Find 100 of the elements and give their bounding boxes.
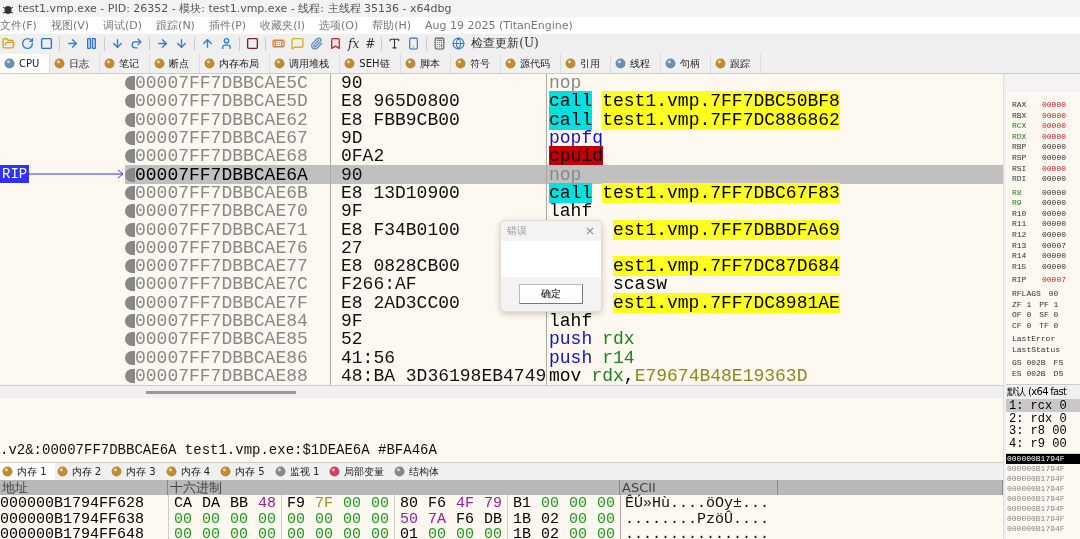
orb-icon [274, 58, 286, 69]
globe-icon[interactable] [452, 37, 466, 50]
stack-row[interactable]: 000000B1794F [1006, 464, 1080, 474]
bookmark-icon[interactable] [329, 37, 342, 50]
register-value[interactable]: 00000 [1042, 208, 1066, 218]
pause-icon[interactable] [85, 37, 98, 50]
user-icon[interactable] [220, 37, 233, 50]
argument-row[interactable]: 1: rcx 0 [1006, 399, 1080, 412]
disassembly-row[interactable]: 00007FF7DBBCAE5D E8 965D0800 call test1.vmp.7FF7DBC50BF8 [125, 92, 1003, 111]
menu-item[interactable]: 帮助(H) [372, 18, 412, 33]
check-update-button[interactable]: 检查更新(U) [471, 35, 539, 52]
breakpoint-marker[interactable] [125, 350, 135, 365]
breakpoint-marker[interactable] [125, 295, 135, 310]
orb-icon [394, 466, 406, 477]
register-value[interactable]: 00000 [1042, 121, 1066, 131]
menu-item[interactable]: 收藏夹(I) [260, 18, 305, 33]
stack-row[interactable]: 000000B1794F [1006, 504, 1080, 514]
register-value[interactable]: 00007 [1042, 240, 1066, 250]
register-value[interactable]: 00000 [1042, 187, 1066, 197]
breakpoint-marker[interactable] [125, 131, 135, 146]
orb-icon [344, 58, 356, 69]
restart-icon[interactable] [21, 37, 34, 50]
stop-icon[interactable] [40, 37, 53, 50]
byte-cell: 00 [371, 526, 389, 539]
byte-cell: 00 [287, 526, 305, 539]
register-value[interactable]: 00000 [1042, 174, 1066, 184]
register-value[interactable]: 00000 [1042, 163, 1066, 173]
device-icon[interactable] [407, 37, 421, 50]
register-value[interactable]: 00000 [1042, 152, 1066, 162]
register-value[interactable]: 00000 [1042, 131, 1066, 141]
breakpoint-marker[interactable] [125, 332, 135, 347]
register-value[interactable]: 00000 [1042, 110, 1066, 120]
breakpoint-marker[interactable] [125, 277, 135, 292]
register-value[interactable]: 00007 [1042, 275, 1066, 285]
segment-text: GS 002B [1012, 358, 1046, 368]
address-cell: 00007FF7DBBCAE5D [135, 92, 331, 111]
byte-cell: 50 [400, 510, 418, 528]
mnemonic-text: popfq [549, 128, 603, 149]
register-value[interactable]: 00000 [1042, 198, 1066, 208]
breakpoint-marker[interactable] [125, 222, 135, 237]
window-title: test1.vmp.exe - PID: 26352 - 模块: test1.vmp.exe - 线程: 主线程 35136 - x64dbg [18, 1, 452, 16]
arrow-right-icon[interactable] [66, 37, 79, 50]
breakpoint-marker[interactable] [125, 76, 135, 91]
register-name: R9 [1012, 198, 1023, 208]
menu-item[interactable]: 插件(P) [208, 18, 247, 33]
menu-item[interactable]: 视图(V) [50, 18, 90, 33]
stop-icon[interactable] [246, 37, 259, 50]
register-value[interactable]: 00000 [1042, 219, 1066, 229]
bandage-icon[interactable] [272, 37, 285, 50]
register-value[interactable]: 00000 [1042, 261, 1066, 271]
stack-row[interactable]: 000000B1794F [1006, 454, 1080, 464]
memory-tab[interactable]: 内存 1 [0, 463, 55, 480]
orb-icon [104, 58, 116, 69]
comment-icon[interactable] [291, 37, 304, 50]
stack-row[interactable]: 000000B1794F [1006, 474, 1080, 484]
disassembly-row[interactable]: 00007FF7DBBCAE62 E8 FBB9CB00 call test1.vmp.7FF7DC886862 [125, 110, 1003, 129]
arrow-right-icon[interactable] [156, 37, 169, 50]
disassembly-row[interactable]: 00007FF7DBBCAE6A 90 nop [125, 165, 1003, 184]
font-icon[interactable] [388, 37, 402, 50]
byte-cell: 00 [174, 526, 192, 539]
breakpoint-marker[interactable] [125, 368, 135, 383]
folder-icon[interactable] [2, 37, 15, 50]
argument-row[interactable]: 2: rdx 0 [1006, 411, 1080, 424]
register-value[interactable]: 00000 [1042, 230, 1066, 240]
scrollbar-thumb[interactable] [146, 390, 296, 394]
breakpoint-marker[interactable] [125, 240, 135, 255]
breakpoint-marker[interactable] [125, 204, 135, 219]
breakpoint-marker[interactable] [125, 94, 135, 109]
register-value[interactable]: 00000 [1042, 251, 1066, 261]
menu-item[interactable]: 调试(D) [103, 18, 143, 33]
arrow-down-icon[interactable] [111, 37, 124, 50]
arrow-down-icon[interactable] [175, 37, 188, 50]
menu-item[interactable]: 跟踪(N) [156, 18, 195, 33]
calculator-icon[interactable] [433, 37, 447, 50]
paperclip-icon[interactable] [310, 37, 323, 50]
fx-button[interactable]: fx [348, 36, 360, 51]
breakpoint-marker[interactable] [125, 314, 135, 328]
argument-row[interactable]: 3: r8 00 [1006, 424, 1080, 437]
hash-button[interactable]: # [365, 36, 376, 51]
breakpoint-marker[interactable] [125, 149, 135, 164]
mnemonic-text: push [549, 329, 593, 350]
tab[interactable]: CPU [0, 54, 51, 73]
stack-row[interactable]: 000000B1794F [1006, 514, 1080, 524]
register-value[interactable]: 00000 [1042, 100, 1066, 109]
menu-item[interactable]: 文件(F) [0, 18, 37, 33]
breakpoint-marker[interactable] [125, 112, 135, 127]
step-over-icon[interactable] [130, 37, 143, 50]
arrow-up-icon[interactable] [201, 37, 214, 50]
stack-row[interactable]: 000000B1794F [1006, 484, 1080, 494]
register-value[interactable]: 00000 [1042, 142, 1066, 152]
dialog-title: 错误 [507, 224, 527, 238]
breakpoint-marker[interactable] [125, 185, 135, 200]
stack-row[interactable]: 000000B1794F [1006, 524, 1080, 534]
breakpoint-marker[interactable] [125, 259, 135, 274]
breakpoint-marker[interactable] [125, 167, 135, 182]
argument-row[interactable]: 4: r9 00 [1006, 436, 1080, 449]
disassembly-row[interactable]: 00007FF7DBBCAE6B E8 13D10900 call test1.vmp.7FF7DBC67F83 [125, 183, 1003, 203]
stack-row[interactable]: 000000B1794F [1006, 494, 1080, 504]
menu-item[interactable]: 选项(O) [318, 18, 359, 33]
ok-button[interactable]: 确定 [519, 284, 583, 304]
